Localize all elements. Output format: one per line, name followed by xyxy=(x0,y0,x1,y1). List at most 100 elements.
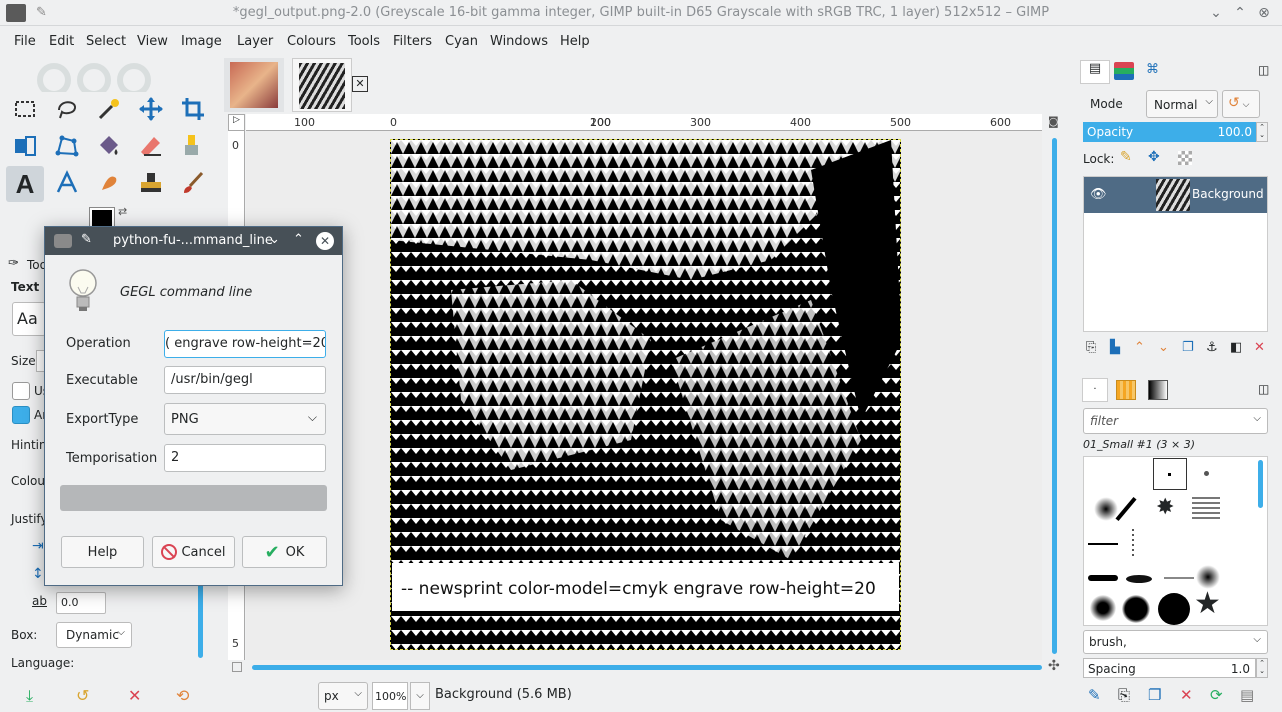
refresh-brushes-icon[interactable]: ⟳ xyxy=(1210,686,1223,704)
brush-item[interactable] xyxy=(1126,575,1152,583)
bucket-fill-tool-icon[interactable] xyxy=(92,129,126,163)
menu-select[interactable]: Select xyxy=(86,34,126,49)
help-button[interactable]: Help xyxy=(61,536,144,568)
brush-item[interactable] xyxy=(1158,593,1190,625)
brush-grid-scrollbar[interactable] xyxy=(1258,460,1263,508)
lock-pixels-icon[interactable]: ✎ xyxy=(1120,149,1132,165)
canvas-vertical-scrollbar[interactable] xyxy=(1052,138,1057,654)
delete-options-icon[interactable]: ✕ xyxy=(128,686,141,705)
menu-edit[interactable]: Edit xyxy=(49,34,74,49)
move-tool-icon[interactable] xyxy=(134,92,168,126)
delete-layer-icon[interactable]: ✕ xyxy=(1254,340,1265,355)
menu-tools[interactable]: Tools xyxy=(348,34,380,49)
brush-item[interactable] xyxy=(1132,529,1134,559)
temporisation-input[interactable]: 2 xyxy=(164,444,326,472)
clone-tool-icon[interactable] xyxy=(176,129,210,163)
crop-tool-icon[interactable] xyxy=(176,92,210,126)
menu-colours[interactable]: Colours xyxy=(287,34,336,49)
ok-button[interactable]: ✔ OK xyxy=(242,536,327,568)
tab-patterns-icon[interactable] xyxy=(1116,380,1136,400)
navigate-corner-icon[interactable]: ✣ xyxy=(1048,658,1060,674)
reset-options-icon[interactable]: ⟲ xyxy=(176,686,189,705)
menu-file[interactable]: File xyxy=(14,34,36,49)
use-editor-checkbox[interactable] xyxy=(12,382,30,400)
brush-item[interactable] xyxy=(1090,595,1116,621)
eraser-tool-icon[interactable] xyxy=(134,129,168,163)
close-window-button[interactable]: ⊗ xyxy=(1254,3,1274,23)
warp-tool-icon[interactable] xyxy=(50,129,84,163)
new-group-icon[interactable]: ▙ xyxy=(1110,340,1120,355)
layer-row-background[interactable]: 👁 Background xyxy=(1084,177,1267,213)
image-tab-lena[interactable] xyxy=(224,58,284,112)
raise-layer-icon[interactable]: ⌃ xyxy=(1134,340,1145,355)
rect-select-tool-icon[interactable] xyxy=(8,92,42,126)
zoom-dropdown-button[interactable]: ⌵ xyxy=(410,682,430,710)
opacity-slider[interactable]: Opacity 100.0 xyxy=(1083,122,1256,142)
dialog-pin-icon[interactable]: ✎ xyxy=(81,232,92,247)
tab-gradients-icon[interactable] xyxy=(1148,380,1168,400)
measure-tool-icon[interactable] xyxy=(50,166,84,200)
box-dropdown[interactable]: Dynamic ⌵ xyxy=(56,622,132,648)
menu-cyan[interactable]: Cyan xyxy=(445,34,478,49)
restore-options-icon[interactable]: ↺ xyxy=(76,686,89,705)
layer-mask-icon[interactable]: ◧ xyxy=(1230,340,1242,355)
zoom-field[interactable]: 100% xyxy=(372,682,408,710)
brush-item[interactable] xyxy=(1088,575,1118,581)
brush-item[interactable] xyxy=(1192,497,1220,519)
heal-stamp-tool-icon[interactable] xyxy=(134,166,168,200)
duplicate-layer-icon[interactable]: ❐ xyxy=(1182,340,1194,355)
lock-position-icon[interactable]: ✥ xyxy=(1148,149,1160,165)
layer-visibility-eye-icon[interactable]: 👁 xyxy=(1090,187,1107,202)
brush-item[interactable] xyxy=(1204,471,1209,476)
tab-paths-icon[interactable]: ⌘ xyxy=(1146,62,1159,77)
menu-help[interactable]: Help xyxy=(560,34,590,49)
delete-brush-icon[interactable]: ✕ xyxy=(1180,686,1193,704)
image-tab-gegl-output[interactable] xyxy=(292,58,352,112)
maximize-button[interactable]: ⌃ xyxy=(1230,3,1250,23)
menu-layer[interactable]: Layer xyxy=(237,34,273,49)
brush-tag-dropdown[interactable]: brush, ⌵ xyxy=(1083,630,1268,654)
smudge-tool-icon[interactable] xyxy=(92,166,126,200)
export-type-dropdown[interactable]: PNG ⌵ xyxy=(164,403,326,435)
edit-brush-icon[interactable]: ✎ xyxy=(1088,686,1101,704)
font-preview-button[interactable]: Aa xyxy=(12,302,46,336)
lock-alpha-icon[interactable] xyxy=(1178,151,1192,165)
navigate-icon[interactable]: ◙ xyxy=(1048,115,1062,129)
brush-item[interactable]: ★ xyxy=(1194,589,1221,619)
brush-filter-input[interactable]: filter ⌵ xyxy=(1083,408,1268,434)
brush-item[interactable]: ✸ xyxy=(1156,495,1174,520)
free-select-tool-icon[interactable] xyxy=(50,92,84,126)
dialog-minimize-button[interactable]: ⌄ xyxy=(269,232,280,247)
mode-reset-button[interactable]: ↺ ⌵ xyxy=(1222,90,1260,118)
new-brush-icon[interactable]: ⎘ xyxy=(1118,686,1130,704)
opacity-spin-buttons[interactable]: ⌃ ⌄ xyxy=(1256,122,1268,142)
brush-item[interactable] xyxy=(1168,473,1171,476)
menu-filters[interactable]: Filters xyxy=(393,34,432,49)
brush-item[interactable] xyxy=(1164,577,1194,579)
dialog-close-button[interactable]: ✕ xyxy=(316,232,334,250)
quick-mask-corner-button[interactable]: ▷ xyxy=(228,114,245,131)
minimize-button[interactable]: ⌄ xyxy=(1206,3,1226,23)
open-brush-as-image-icon[interactable]: ▤ xyxy=(1240,686,1254,704)
menu-view[interactable]: View xyxy=(137,34,168,49)
tool-options-tab-icon[interactable]: ✑ xyxy=(8,256,19,271)
spacing-spin-buttons[interactable]: ⌃ ⌄ xyxy=(1256,658,1268,678)
spacing-slider[interactable]: Spacing 1.0 xyxy=(1083,658,1256,678)
fuzzy-select-tool-icon[interactable] xyxy=(92,92,126,126)
brush-item[interactable] xyxy=(1115,496,1137,522)
dialog-maximize-button[interactable]: ⌃ xyxy=(293,232,304,247)
unit-dropdown[interactable]: px ⌵ xyxy=(318,682,368,710)
letter-spacing-field[interactable]: 0.0 xyxy=(56,592,106,614)
menu-windows[interactable]: Windows xyxy=(490,34,548,49)
unified-transform-tool-icon[interactable] xyxy=(8,129,42,163)
antialias-checkbox[interactable] xyxy=(12,406,30,424)
brush-item[interactable] xyxy=(1088,543,1118,545)
duplicate-brush-icon[interactable]: ❐ xyxy=(1148,686,1161,704)
tab-layers[interactable]: ▤ xyxy=(1080,60,1110,84)
executable-input[interactable]: /usr/bin/gegl xyxy=(164,366,326,394)
save-options-icon[interactable]: ⤓ xyxy=(26,686,33,706)
close-image-tab-icon[interactable]: ✕ xyxy=(352,76,368,92)
anchor-layer-icon[interactable]: ⚓ xyxy=(1206,340,1218,355)
paintbrush-tool-icon[interactable] xyxy=(176,166,210,200)
tab-brushes[interactable]: · xyxy=(1082,378,1108,402)
